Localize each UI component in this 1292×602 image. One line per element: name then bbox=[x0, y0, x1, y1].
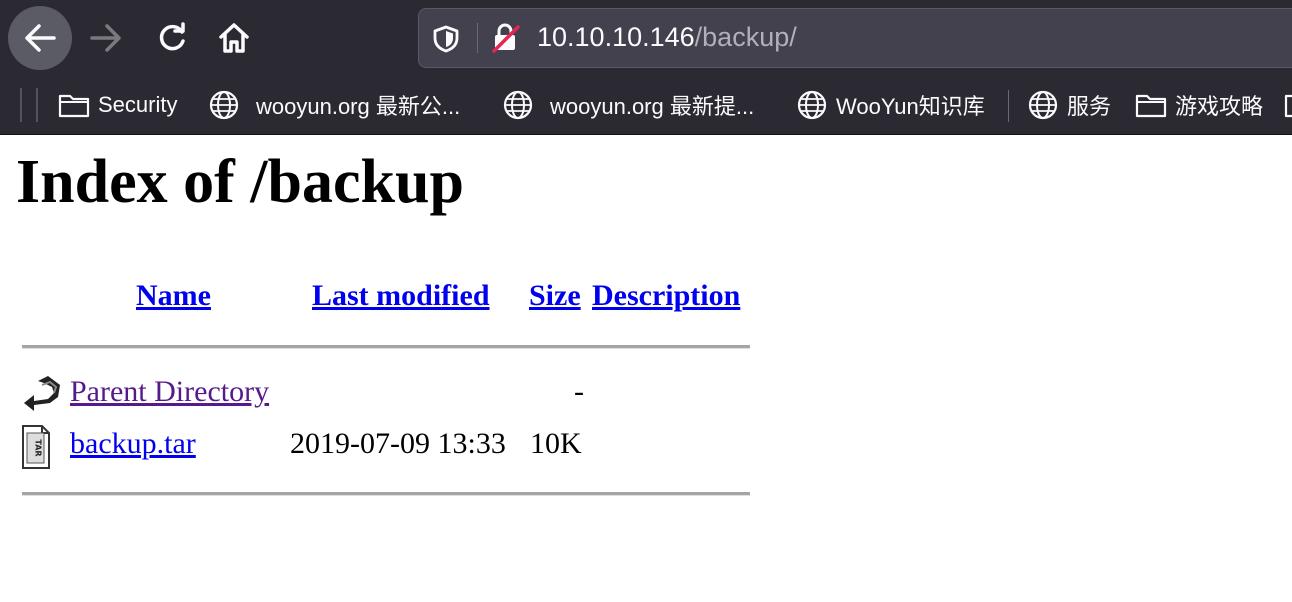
address-bar[interactable]: 10.10.10.146/backup/ bbox=[418, 8, 1292, 68]
browser-toolbar: 10.10.10.146/backup/ bbox=[0, 0, 1292, 78]
bookmarks-bar: Security wooyun.org 最新公... wooyun.org 最新… bbox=[0, 78, 1292, 135]
arrow-right-icon bbox=[90, 24, 121, 52]
folder-icon bbox=[58, 92, 90, 118]
url-path: /backup/ bbox=[694, 22, 797, 52]
bookmark-game-guides[interactable]: 游戏攻略 bbox=[1135, 89, 1263, 121]
reload-icon bbox=[159, 22, 185, 51]
bookmark-security[interactable]: Security bbox=[58, 89, 177, 121]
parent-directory-link[interactable]: Parent Directory bbox=[70, 375, 269, 408]
table-row: backup.tar bbox=[70, 427, 196, 461]
column-header-description: Description bbox=[592, 279, 740, 313]
column-header-name: Name bbox=[136, 279, 211, 313]
bookmarks-grip bbox=[36, 88, 38, 122]
column-header-size: Size bbox=[529, 279, 581, 313]
url-separator bbox=[477, 23, 478, 53]
sort-by-description-link[interactable]: Description bbox=[592, 279, 740, 312]
page-content: Index of /backup Name Last modified Size… bbox=[0, 135, 1292, 602]
bookmarks-grip bbox=[20, 88, 22, 122]
row-last-modified: 2019-07-09 13:33 bbox=[290, 427, 506, 460]
bookmark-overflow[interactable] bbox=[1284, 89, 1292, 121]
bookmark-label: 服务 bbox=[1067, 94, 1112, 119]
bookmark-wooyun-1[interactable]: wooyun.org 最新公... bbox=[208, 89, 460, 121]
globe-icon bbox=[502, 89, 534, 121]
bookmark-label: WooYun知识库 bbox=[836, 94, 985, 119]
row-size: - bbox=[574, 375, 584, 408]
row-size: 10K bbox=[530, 427, 582, 460]
globe-icon bbox=[1027, 89, 1059, 121]
divider bbox=[22, 492, 750, 496]
page-title: Index of /backup bbox=[16, 148, 464, 216]
bookmark-wooyun-kb[interactable]: WooYun知识库 bbox=[796, 89, 985, 121]
backup-tar-link[interactable]: backup.tar bbox=[70, 427, 196, 460]
bookmark-label: 游戏攻略 bbox=[1175, 94, 1264, 119]
globe-icon bbox=[796, 89, 828, 121]
home-button[interactable] bbox=[202, 6, 266, 70]
sort-by-last-modified-link[interactable]: Last modified bbox=[312, 279, 490, 312]
back-button[interactable] bbox=[8, 6, 72, 70]
sort-by-size-link[interactable]: Size bbox=[529, 279, 581, 312]
bookmark-label: Security bbox=[98, 92, 178, 117]
home-icon bbox=[219, 23, 249, 53]
arrow-left-icon bbox=[25, 24, 56, 52]
url-text[interactable]: 10.10.10.146/backup/ bbox=[537, 22, 797, 53]
column-header-last-modified: Last modified bbox=[312, 279, 490, 313]
url-host: 10.10.10.146 bbox=[537, 22, 695, 52]
tracking-shield-icon[interactable] bbox=[433, 25, 459, 58]
reload-button[interactable] bbox=[140, 6, 204, 70]
bookmark-label: wooyun.org 最新提... bbox=[550, 94, 755, 119]
back-arrow-icon bbox=[20, 373, 64, 422]
globe-icon bbox=[208, 89, 240, 121]
bookmark-services[interactable]: 服务 bbox=[1027, 89, 1111, 121]
sort-by-name-link[interactable]: Name bbox=[136, 279, 211, 312]
table-row: Parent Directory bbox=[70, 375, 269, 409]
folder-icon bbox=[1284, 92, 1292, 118]
svg-text:TAR: TAR bbox=[34, 439, 43, 456]
divider bbox=[22, 345, 750, 349]
bookmark-separator bbox=[1008, 90, 1009, 122]
insecure-lock-icon[interactable] bbox=[491, 23, 521, 58]
bookmark-label: wooyun.org 最新公... bbox=[256, 94, 461, 119]
folder-icon bbox=[1135, 92, 1167, 118]
tar-file-icon: TAR bbox=[22, 425, 50, 474]
forward-button[interactable] bbox=[74, 6, 138, 70]
bookmark-wooyun-2[interactable]: wooyun.org 最新提... bbox=[502, 89, 754, 121]
